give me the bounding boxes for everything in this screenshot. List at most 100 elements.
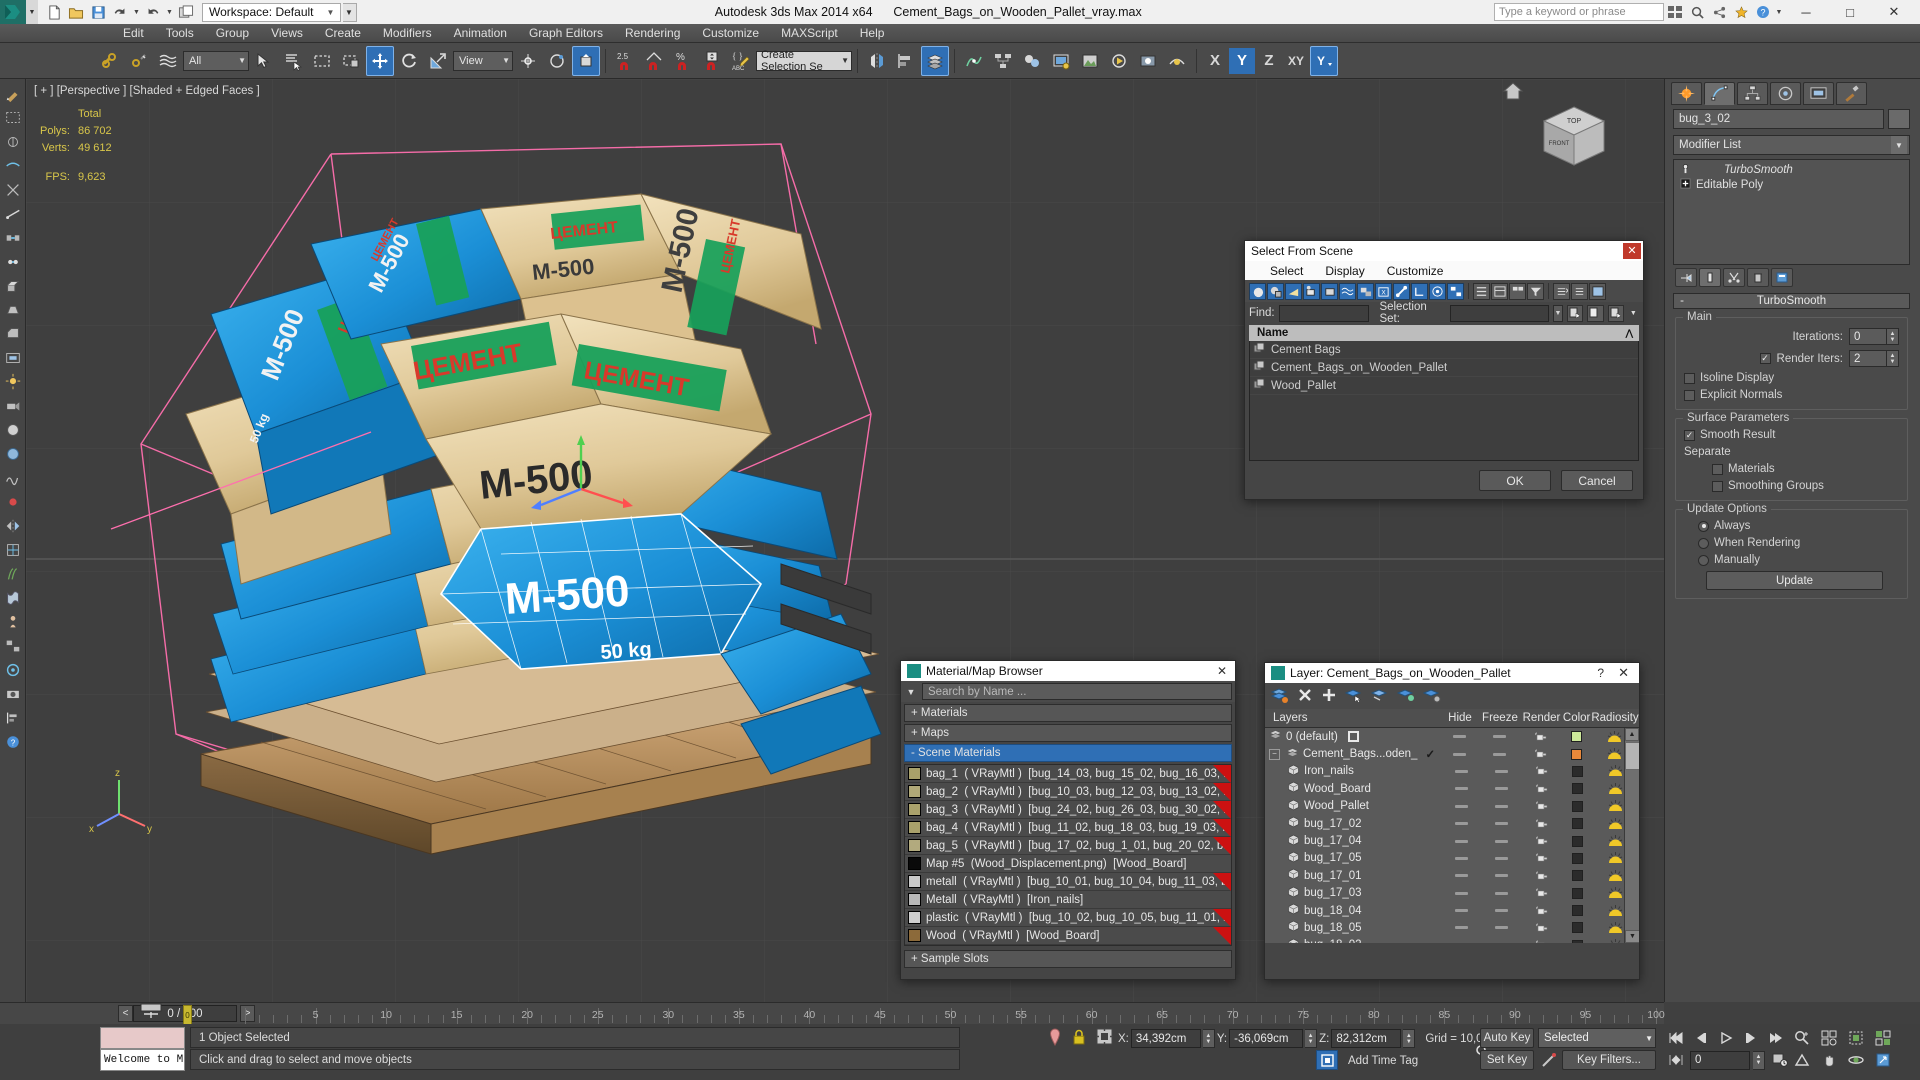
display-influences-icon[interactable] — [1429, 282, 1446, 300]
symmetry-icon[interactable] — [2, 515, 24, 537]
close-icon[interactable]: ✕ — [1217, 664, 1235, 678]
layer-row[interactable]: bug_17_05 — [1265, 850, 1639, 867]
scene-list-row[interactable]: Cement_Bags_on_Wooden_Pallet — [1250, 359, 1638, 377]
layer-render-cell[interactable] — [1522, 887, 1563, 899]
layer-render-cell[interactable] — [1522, 835, 1563, 847]
scene-object-list[interactable]: Cement Bags Cement_Bags_on_Wooden_Pallet W… — [1249, 341, 1639, 461]
layer-row[interactable]: Wood_Board — [1265, 780, 1639, 797]
layer-column-radiosity[interactable]: Radiosity — [1591, 712, 1639, 724]
layer-column-render[interactable]: Render — [1521, 712, 1563, 724]
key-filters-button[interactable]: Key Filters... — [1562, 1050, 1656, 1070]
field-of-view-icon[interactable] — [1790, 1050, 1813, 1070]
skin-icon[interactable] — [2, 611, 24, 633]
redo-icon[interactable] — [143, 2, 163, 22]
sfs-menu-customize[interactable]: Customize — [1376, 264, 1455, 278]
layer-list[interactable]: 0 (default) − Cement_Bags...oden_ ✓ Iron_nai… — [1265, 728, 1639, 943]
tab-display[interactable] — [1803, 82, 1834, 105]
absolute-relative-transform-icon[interactable] — [1096, 1028, 1113, 1048]
set-key-animate-icon[interactable] — [1538, 1050, 1560, 1070]
selection-set-input[interactable] — [1450, 304, 1549, 322]
layer-hide-cell[interactable] — [1442, 891, 1480, 895]
layer-manager-dialog[interactable]: Layer: Cement_Bags_on_Wooden_Pallet ? ✕ … — [1264, 662, 1640, 980]
tab-modify[interactable] — [1704, 82, 1735, 105]
modifier-list-dropdown[interactable]: Modifier List ▼ — [1673, 135, 1910, 155]
isoline-display-checkbox[interactable] — [1684, 372, 1695, 384]
prev-frame-button[interactable]: < — [118, 1005, 133, 1022]
app-menu-arrow-icon[interactable]: ▼ — [26, 0, 38, 24]
radio-when-rendering[interactable] — [1698, 537, 1709, 549]
chevron-down-icon[interactable]: ▼ — [232, 56, 246, 65]
chevron-down-icon[interactable]: ▼ — [1891, 136, 1907, 154]
modifier-stack-item[interactable]: TurboSmooth — [1676, 162, 1907, 177]
selection-lock-icon[interactable] — [1072, 1029, 1086, 1048]
material-row[interactable]: bag_5 ( VRayMtl ) [bug_17_02, bug_1_01, … — [905, 837, 1231, 855]
layer-color-cell[interactable] — [1562, 731, 1591, 743]
workspace-selector[interactable]: Workspace: Default ▼ — [202, 2, 341, 22]
layer-render-cell[interactable] — [1522, 922, 1563, 934]
update-option-when-rendering[interactable]: When Rendering — [1684, 537, 1899, 549]
close-button[interactable]: ✕ — [1872, 0, 1916, 24]
render-iters-spinner[interactable]: 2 ▲ ▼ — [1849, 350, 1899, 367]
menu-item-create[interactable]: Create — [314, 24, 372, 43]
curve-editor-icon[interactable] — [960, 46, 988, 76]
object-color-swatch[interactable] — [1888, 109, 1910, 129]
update-option-manually[interactable]: Manually — [1684, 554, 1899, 566]
maxscript-mini-listener-pink[interactable] — [100, 1027, 185, 1049]
layer-color-cell[interactable] — [1563, 887, 1592, 899]
material-row[interactable]: Metall ( VRayMtl ) [Iron_nails] — [905, 891, 1231, 909]
workspace-grid-icon[interactable] — [1664, 1, 1686, 23]
help-circle-icon[interactable]: ? — [1752, 1, 1774, 23]
material-map-browser-dialog[interactable]: Material/Map Browser ✕ ▼ Search by Name … — [900, 660, 1236, 980]
material-section-materials[interactable]: + Materials — [904, 704, 1232, 722]
tab-hierarchy[interactable] — [1737, 82, 1768, 105]
layer-color-cell[interactable] — [1563, 905, 1592, 917]
help-icon[interactable]: ? — [1597, 666, 1618, 680]
current-layer-box-icon[interactable] — [1347, 731, 1359, 743]
layer-manager-icon[interactable] — [921, 45, 949, 76]
paint-deform-icon[interactable] — [2, 491, 24, 513]
ok-button[interactable]: OK — [1479, 470, 1551, 491]
menu-item-customize[interactable]: Customize — [691, 24, 770, 43]
pin-stack-icon[interactable] — [1675, 268, 1697, 287]
bind-to-space-warp-icon[interactable] — [154, 46, 182, 76]
undo-dropdown-icon[interactable]: ▼ — [132, 2, 141, 22]
undo-icon[interactable] — [110, 2, 130, 22]
snapshot-icon[interactable] — [2, 683, 24, 705]
filter-cameras-icon[interactable] — [1303, 282, 1320, 300]
render-iters-checkbox[interactable]: ✓ — [1759, 353, 1771, 364]
tab-motion[interactable] — [1770, 82, 1801, 105]
render-iterative-icon[interactable] — [1134, 46, 1162, 76]
render-iters-stepper[interactable]: ▲ ▼ — [1887, 350, 1899, 367]
time-configuration-icon[interactable] — [1768, 1050, 1791, 1070]
highlight-layer-icon[interactable] — [1370, 687, 1389, 706]
extrude-icon[interactable] — [2, 275, 24, 297]
weld-icon[interactable] — [2, 251, 24, 273]
layer-hide-cell[interactable] — [1442, 874, 1480, 878]
sort-ascending-icon[interactable]: ⋀ — [1626, 328, 1639, 339]
layer-row[interactable]: − Cement_Bags...oden_ ✓ — [1265, 745, 1639, 762]
modifier-stack-item[interactable]: Editable Poly — [1676, 177, 1907, 192]
chevron-down-icon[interactable]: ▼ — [496, 56, 510, 65]
scene-materials-list[interactable]: bag_1 ( VRayMtl ) [bug_14_03, bug_15_02,… — [904, 764, 1232, 946]
layer-color-cell[interactable] — [1563, 765, 1592, 777]
select-objects-in-layer-icon[interactable] — [1344, 687, 1363, 706]
sphere-icon[interactable] — [2, 419, 24, 441]
sort-filter-icon[interactable] — [1527, 282, 1544, 300]
filter-shapes-icon[interactable] — [1267, 282, 1284, 300]
display-options-icon[interactable] — [1589, 282, 1606, 300]
cancel-button[interactable]: Cancel — [1561, 470, 1633, 491]
layer-hide-cell[interactable] — [1442, 839, 1480, 843]
remove-modifier-icon[interactable] — [1747, 268, 1769, 287]
z-stepper[interactable]: ▲ ▼ — [1403, 1029, 1416, 1048]
previous-frame-icon[interactable] — [1689, 1028, 1712, 1048]
remove-selection-set-icon[interactable] — [1587, 304, 1604, 322]
axis-constraint-y-button[interactable]: Y — [1229, 47, 1255, 74]
layer-freeze-cell[interactable] — [1479, 735, 1521, 739]
layer-hide-cell[interactable] — [1442, 856, 1480, 860]
auto-key-button[interactable]: Auto Key — [1480, 1028, 1534, 1048]
quickslice-icon[interactable] — [2, 203, 24, 225]
zoom-extents-icon[interactable] — [1844, 1028, 1867, 1048]
x-stepper[interactable]: ▲ ▼ — [1202, 1029, 1215, 1048]
layer-render-cell[interactable] — [1520, 731, 1562, 743]
select-and-rotate-icon[interactable] — [395, 46, 423, 76]
